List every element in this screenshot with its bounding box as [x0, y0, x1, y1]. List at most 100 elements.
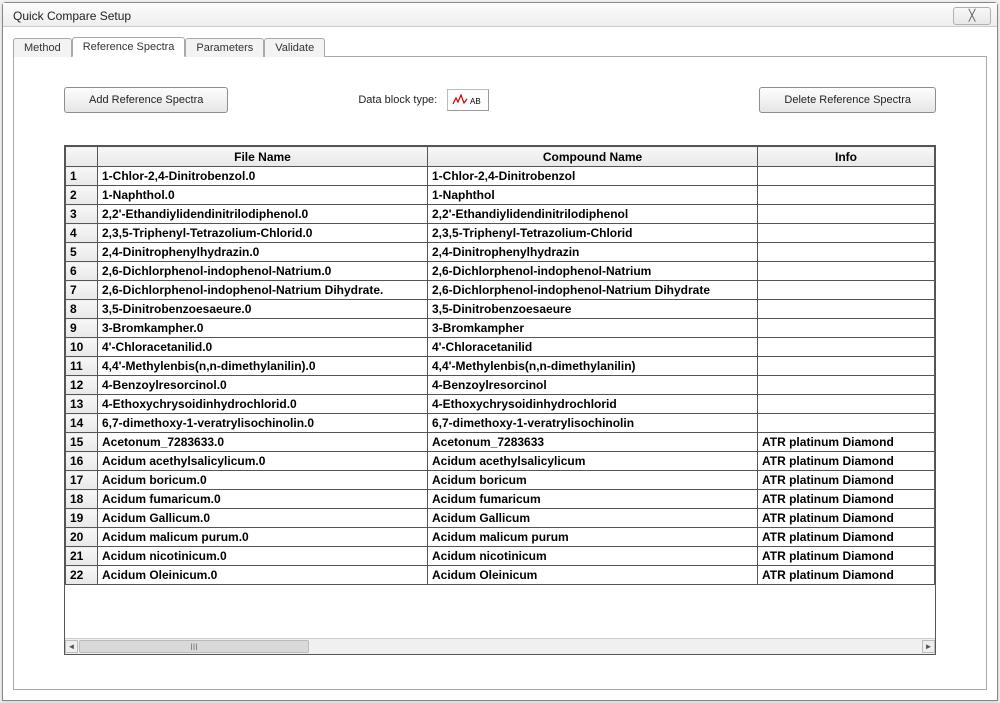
table-row[interactable]: 114,4'-Methylenbis(n,n-dimethylanilin).0… [66, 357, 935, 376]
cell-filename[interactable]: 3,5-Dinitrobenzoesaeure.0 [98, 300, 428, 319]
cell-compound[interactable]: 4,4'-Methylenbis(n,n-dimethylanilin) [428, 357, 758, 376]
cell-compound[interactable]: 3-Bromkampher [428, 319, 758, 338]
table-row[interactable]: 21-Naphthol.01-Naphthol [66, 186, 935, 205]
cell-info[interactable] [758, 281, 935, 300]
scroll-thumb[interactable]: III [79, 640, 309, 653]
cell-info[interactable] [758, 224, 935, 243]
cell-filename[interactable]: Acidum Gallicum.0 [98, 509, 428, 528]
cell-filename[interactable]: 4-Ethoxychrysoidinhydrochlorid.0 [98, 395, 428, 414]
table-row[interactable]: 134-Ethoxychrysoidinhydrochlorid.04-Etho… [66, 395, 935, 414]
table-row[interactable]: 52,4-Dinitrophenylhydrazin.02,4-Dinitrop… [66, 243, 935, 262]
cell-info[interactable]: ATR platinum Diamond [758, 452, 935, 471]
table-row[interactable]: 21Acidum nicotinicum.0Acidum nicotinicum… [66, 547, 935, 566]
cell-compound[interactable]: 4-Ethoxychrysoidinhydrochlorid [428, 395, 758, 414]
cell-compound[interactable]: 2,2'-Ethandiylidendinitrilodiphenol [428, 205, 758, 224]
table-row[interactable]: 72,6-Dichlorphenol-indophenol-Natrium Di… [66, 281, 935, 300]
cell-filename[interactable]: Acidum Oleinicum.0 [98, 566, 428, 585]
cell-compound[interactable]: Acidum fumaricum [428, 490, 758, 509]
cell-info[interactable]: ATR platinum Diamond [758, 566, 935, 585]
table-row[interactable]: 146,7-dimethoxy-1-veratrylisochinolin.06… [66, 414, 935, 433]
cell-filename[interactable]: 4-Benzoylresorcinol.0 [98, 376, 428, 395]
cell-filename[interactable]: 2,6-Dichlorphenol-indophenol-Natrium.0 [98, 262, 428, 281]
table-row[interactable]: 104'-Chloracetanilid.04'-Chloracetanilid [66, 338, 935, 357]
cell-filename[interactable]: 1-Chlor-2,4-Dinitrobenzol.0 [98, 167, 428, 186]
cell-info[interactable] [758, 319, 935, 338]
cell-compound[interactable]: Acidum Gallicum [428, 509, 758, 528]
table-row[interactable]: 19Acidum Gallicum.0Acidum GallicumATR pl… [66, 509, 935, 528]
cell-info[interactable] [758, 300, 935, 319]
cell-compound[interactable]: 2,6-Dichlorphenol-indophenol-Natrium Dih… [428, 281, 758, 300]
header-compound[interactable]: Compound Name [428, 147, 758, 167]
cell-compound[interactable]: 1-Naphthol [428, 186, 758, 205]
cell-compound[interactable]: 4-Benzoylresorcinol [428, 376, 758, 395]
cell-compound[interactable]: Acetonum_7283633 [428, 433, 758, 452]
cell-info[interactable] [758, 414, 935, 433]
tab-method[interactable]: Method [13, 38, 72, 57]
cell-filename[interactable]: Acidum boricum.0 [98, 471, 428, 490]
tab-reference-spectra[interactable]: Reference Spectra [72, 37, 186, 57]
cell-compound[interactable]: 2,4-Dinitrophenylhydrazin [428, 243, 758, 262]
cell-compound[interactable]: Acidum nicotinicum [428, 547, 758, 566]
grid-scroll[interactable]: File Name Compound Name Info 11-Chlor-2,… [65, 146, 935, 638]
scroll-left-arrow[interactable]: ◄ [65, 640, 78, 653]
scroll-right-arrow[interactable]: ► [922, 640, 935, 653]
cell-info[interactable] [758, 376, 935, 395]
cell-filename[interactable]: 4,4'-Methylenbis(n,n-dimethylanilin).0 [98, 357, 428, 376]
cell-filename[interactable]: 2,6-Dichlorphenol-indophenol-Natrium Dih… [98, 281, 428, 300]
cell-info[interactable] [758, 338, 935, 357]
cell-info[interactable]: ATR platinum Diamond [758, 547, 935, 566]
cell-filename[interactable]: 2,3,5-Triphenyl-Tetrazolium-Chlorid.0 [98, 224, 428, 243]
cell-filename[interactable]: Acetonum_7283633.0 [98, 433, 428, 452]
cell-compound[interactable]: 4'-Chloracetanilid [428, 338, 758, 357]
cell-compound[interactable]: Acidum malicum purum [428, 528, 758, 547]
tab-validate[interactable]: Validate [264, 38, 325, 57]
cell-filename[interactable]: 3-Bromkampher.0 [98, 319, 428, 338]
cell-filename[interactable]: Acidum fumaricum.0 [98, 490, 428, 509]
table-row[interactable]: 124-Benzoylresorcinol.04-Benzoylresorcin… [66, 376, 935, 395]
table-row[interactable]: 62,6-Dichlorphenol-indophenol-Natrium.02… [66, 262, 935, 281]
cell-filename[interactable]: Acidum nicotinicum.0 [98, 547, 428, 566]
cell-info[interactable]: ATR platinum Diamond [758, 490, 935, 509]
cell-filename[interactable]: 1-Naphthol.0 [98, 186, 428, 205]
table-row[interactable]: 15Acetonum_7283633.0Acetonum_7283633ATR … [66, 433, 935, 452]
cell-filename[interactable]: Acidum malicum purum.0 [98, 528, 428, 547]
cell-info[interactable]: ATR platinum Diamond [758, 528, 935, 547]
cell-info[interactable] [758, 186, 935, 205]
header-info[interactable]: Info [758, 147, 935, 167]
tab-parameters[interactable]: Parameters [185, 38, 264, 57]
table-row[interactable]: 20Acidum malicum purum.0Acidum malicum p… [66, 528, 935, 547]
table-row[interactable]: 11-Chlor-2,4-Dinitrobenzol.01-Chlor-2,4-… [66, 167, 935, 186]
header-filename[interactable]: File Name [98, 147, 428, 167]
cell-compound[interactable]: 3,5-Dinitrobenzoesaeure [428, 300, 758, 319]
cell-info[interactable] [758, 205, 935, 224]
table-row[interactable]: 42,3,5-Triphenyl-Tetrazolium-Chlorid.02,… [66, 224, 935, 243]
table-row[interactable]: 16Acidum acethylsalicylicum.0Acidum acet… [66, 452, 935, 471]
table-row[interactable]: 17Acidum boricum.0Acidum boricumATR plat… [66, 471, 935, 490]
cell-info[interactable]: ATR platinum Diamond [758, 471, 935, 490]
cell-compound[interactable]: 2,3,5-Triphenyl-Tetrazolium-Chlorid [428, 224, 758, 243]
cell-info[interactable]: ATR platinum Diamond [758, 433, 935, 452]
cell-info[interactable] [758, 167, 935, 186]
close-button[interactable]: ╳ [953, 7, 991, 25]
cell-compound[interactable]: 1-Chlor-2,4-Dinitrobenzol [428, 167, 758, 186]
datablock-type-selector[interactable]: AB [447, 89, 489, 111]
add-reference-spectra-button[interactable]: Add Reference Spectra [64, 87, 228, 113]
cell-filename[interactable]: 6,7-dimethoxy-1-veratrylisochinolin.0 [98, 414, 428, 433]
cell-compound[interactable]: Acidum boricum [428, 471, 758, 490]
cell-compound[interactable]: Acidum acethylsalicylicum [428, 452, 758, 471]
cell-filename[interactable]: 2,4-Dinitrophenylhydrazin.0 [98, 243, 428, 262]
cell-compound[interactable]: 2,6-Dichlorphenol-indophenol-Natrium [428, 262, 758, 281]
cell-compound[interactable]: Acidum Oleinicum [428, 566, 758, 585]
cell-filename[interactable]: 2,2'-Ethandiylidendinitrilodiphenol.0 [98, 205, 428, 224]
table-row[interactable]: 83,5-Dinitrobenzoesaeure.03,5-Dinitroben… [66, 300, 935, 319]
table-row[interactable]: 18Acidum fumaricum.0Acidum fumaricumATR … [66, 490, 935, 509]
cell-info[interactable] [758, 262, 935, 281]
cell-info[interactable] [758, 243, 935, 262]
cell-info[interactable] [758, 395, 935, 414]
table-row[interactable]: 32,2'-Ethandiylidendinitrilodiphenol.02,… [66, 205, 935, 224]
cell-info[interactable] [758, 357, 935, 376]
header-rownum[interactable] [66, 147, 98, 167]
cell-info[interactable]: ATR platinum Diamond [758, 509, 935, 528]
cell-compound[interactable]: 6,7-dimethoxy-1-veratrylisochinolin [428, 414, 758, 433]
delete-reference-spectra-button[interactable]: Delete Reference Spectra [759, 87, 936, 113]
